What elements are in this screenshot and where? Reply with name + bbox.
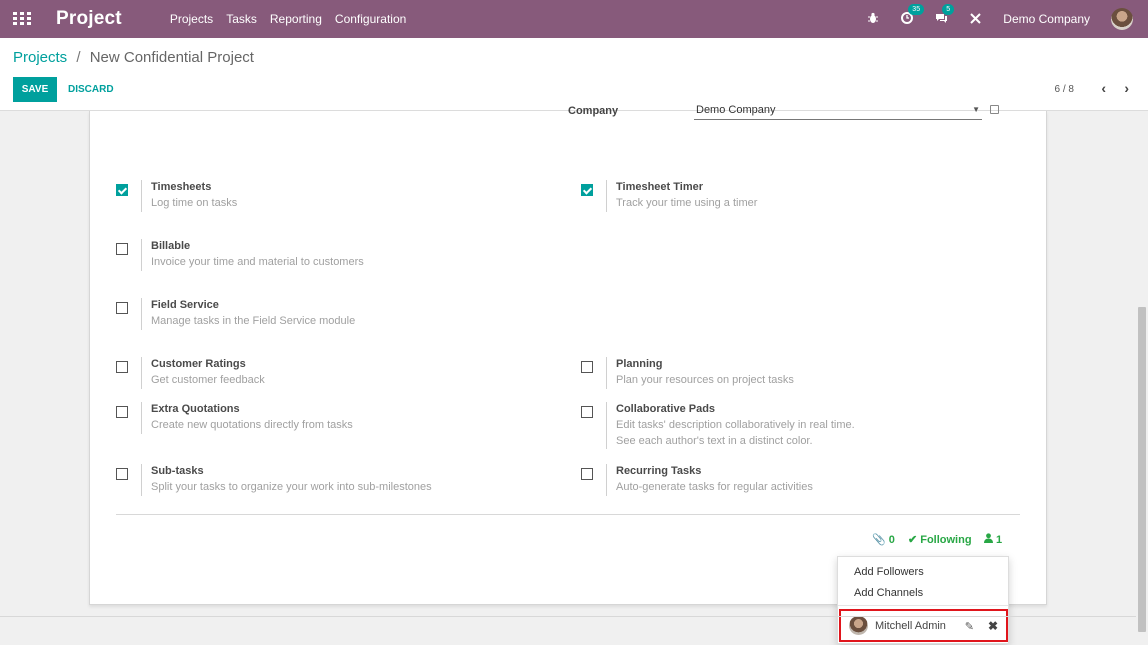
attachments-button[interactable]: 📎 0 [872,533,895,547]
add-channels-item[interactable]: Add Channels [854,587,923,599]
dropdown-divider [838,605,1008,606]
chat-icon[interactable]: 5 [935,3,955,27]
form-sheet: Company Demo Company ▼ Timesheets Log ti… [89,104,1047,605]
followers-count: 1 [996,533,1003,546]
company-field[interactable]: Demo Company ▼ [694,104,982,120]
setting-description: Split your tasks to organize your work i… [151,481,432,493]
setting-title: Recurring Tasks [616,465,702,477]
app-title[interactable]: Project [56,8,122,30]
timesheet-timer-checkbox[interactable] [581,184,593,196]
setting-title: Field Service [151,299,219,311]
top-navbar: Project Projects Tasks Reporting Configu… [0,0,1148,38]
breadcrumb-separator: / [76,49,81,66]
sub-tasks-checkbox[interactable] [116,468,128,480]
followers-button[interactable]: 1 [984,533,1002,546]
check-icon: ✔ [908,534,918,546]
discard-button[interactable]: DISCARD [68,77,114,102]
scrollbar-thumb[interactable] [1138,307,1146,632]
breadcrumb-current: New Confidential Project [89,49,254,66]
activity-badge: 35 [908,3,925,15]
billable-checkbox[interactable] [116,243,128,255]
setting-title: Customer Ratings [151,358,246,370]
setting-description-line2: See each author's text in a distinct col… [616,435,813,447]
paperclip-icon: 📎 [872,534,886,546]
apps-grid-icon[interactable] [13,12,31,26]
setting-description: Create new quotations directly from task… [151,419,353,431]
setting-title: Billable [151,240,191,252]
following-label: Following [920,533,972,546]
pencil-icon[interactable]: ✎ [965,620,974,633]
extra-quotations-checkbox[interactable] [116,406,128,418]
menu-item-reporting[interactable]: Reporting [270,12,322,26]
setting-description: Get customer feedback [151,374,265,386]
setting-description: Auto-generate tasks for regular activiti… [616,481,813,493]
setting-title: Planning [616,358,663,370]
setting-title: Collaborative Pads [616,403,716,415]
content-bottom-border [0,616,1136,617]
vertical-scrollbar[interactable] [1136,111,1148,645]
follower-avatar [849,616,868,635]
menu-item-configuration[interactable]: Configuration [335,12,406,26]
customer-ratings-checkbox[interactable] [116,361,128,373]
setting-title: Sub-tasks [151,465,204,477]
main-menu: Projects Tasks Reporting Configuration [170,12,419,26]
setting-title: Timesheet Timer [616,181,704,193]
setting-description: Log time on tasks [151,197,238,209]
breadcrumb: Projects / New Confidential Project [13,49,254,66]
company-switcher[interactable]: Demo Company [1003,12,1090,26]
setting-description: Invoice your time and material to custom… [151,256,364,268]
external-link-icon[interactable] [990,105,999,114]
remove-icon[interactable]: ✖ [988,619,998,633]
bug-icon[interactable] [867,12,879,27]
setting-description: Manage tasks in the Field Service module [151,315,356,327]
field-service-checkbox[interactable] [116,302,128,314]
collaborative-pads-checkbox[interactable] [581,406,593,418]
clock-icon[interactable]: 35 [901,3,925,27]
setting-description: Track your time using a timer [616,197,758,209]
messages-badge: 5 [942,3,955,15]
setting-title: Timesheets [151,181,212,193]
timesheets-checkbox[interactable] [116,184,128,196]
pager-next-button[interactable]: › [1124,80,1129,96]
follower-name[interactable]: Mitchell Admin [875,620,946,632]
pager-value[interactable]: 6 / 8 [1055,84,1074,95]
menu-item-tasks[interactable]: Tasks [226,12,257,26]
follower-row: Mitchell Admin ✎ ✖ [839,609,1008,642]
menu-item-projects[interactable]: Projects [170,12,213,26]
close-icon[interactable] [970,12,982,27]
attachments-count: 0 [888,533,895,546]
setting-description: Plan your resources on project tasks [616,374,794,386]
save-button[interactable]: SAVE [13,77,57,102]
planning-checkbox[interactable] [581,361,593,373]
add-followers-item[interactable]: Add Followers [854,566,924,578]
user-icon [984,533,993,546]
pager-previous-button[interactable]: ‹ [1101,80,1106,96]
company-label: Company [568,105,619,117]
breadcrumb-projects[interactable]: Projects [13,49,67,66]
recurring-tasks-checkbox[interactable] [581,468,593,480]
following-button[interactable]: ✔ Following [908,533,972,547]
control-panel: Projects / New Confidential Project SAVE… [0,38,1148,111]
setting-description: Edit tasks' description collaboratively … [616,419,855,431]
company-field-value: Demo Company [696,104,776,116]
chatter-divider [116,514,1020,515]
followers-dropdown: Add Followers Add Channels Mitchell Admi… [837,556,1009,644]
user-avatar[interactable] [1111,8,1133,30]
setting-title: Extra Quotations [151,403,240,415]
navbar-systray: 35 5 Demo Company [867,0,1148,38]
chevron-down-icon[interactable]: ▼ [972,105,980,114]
